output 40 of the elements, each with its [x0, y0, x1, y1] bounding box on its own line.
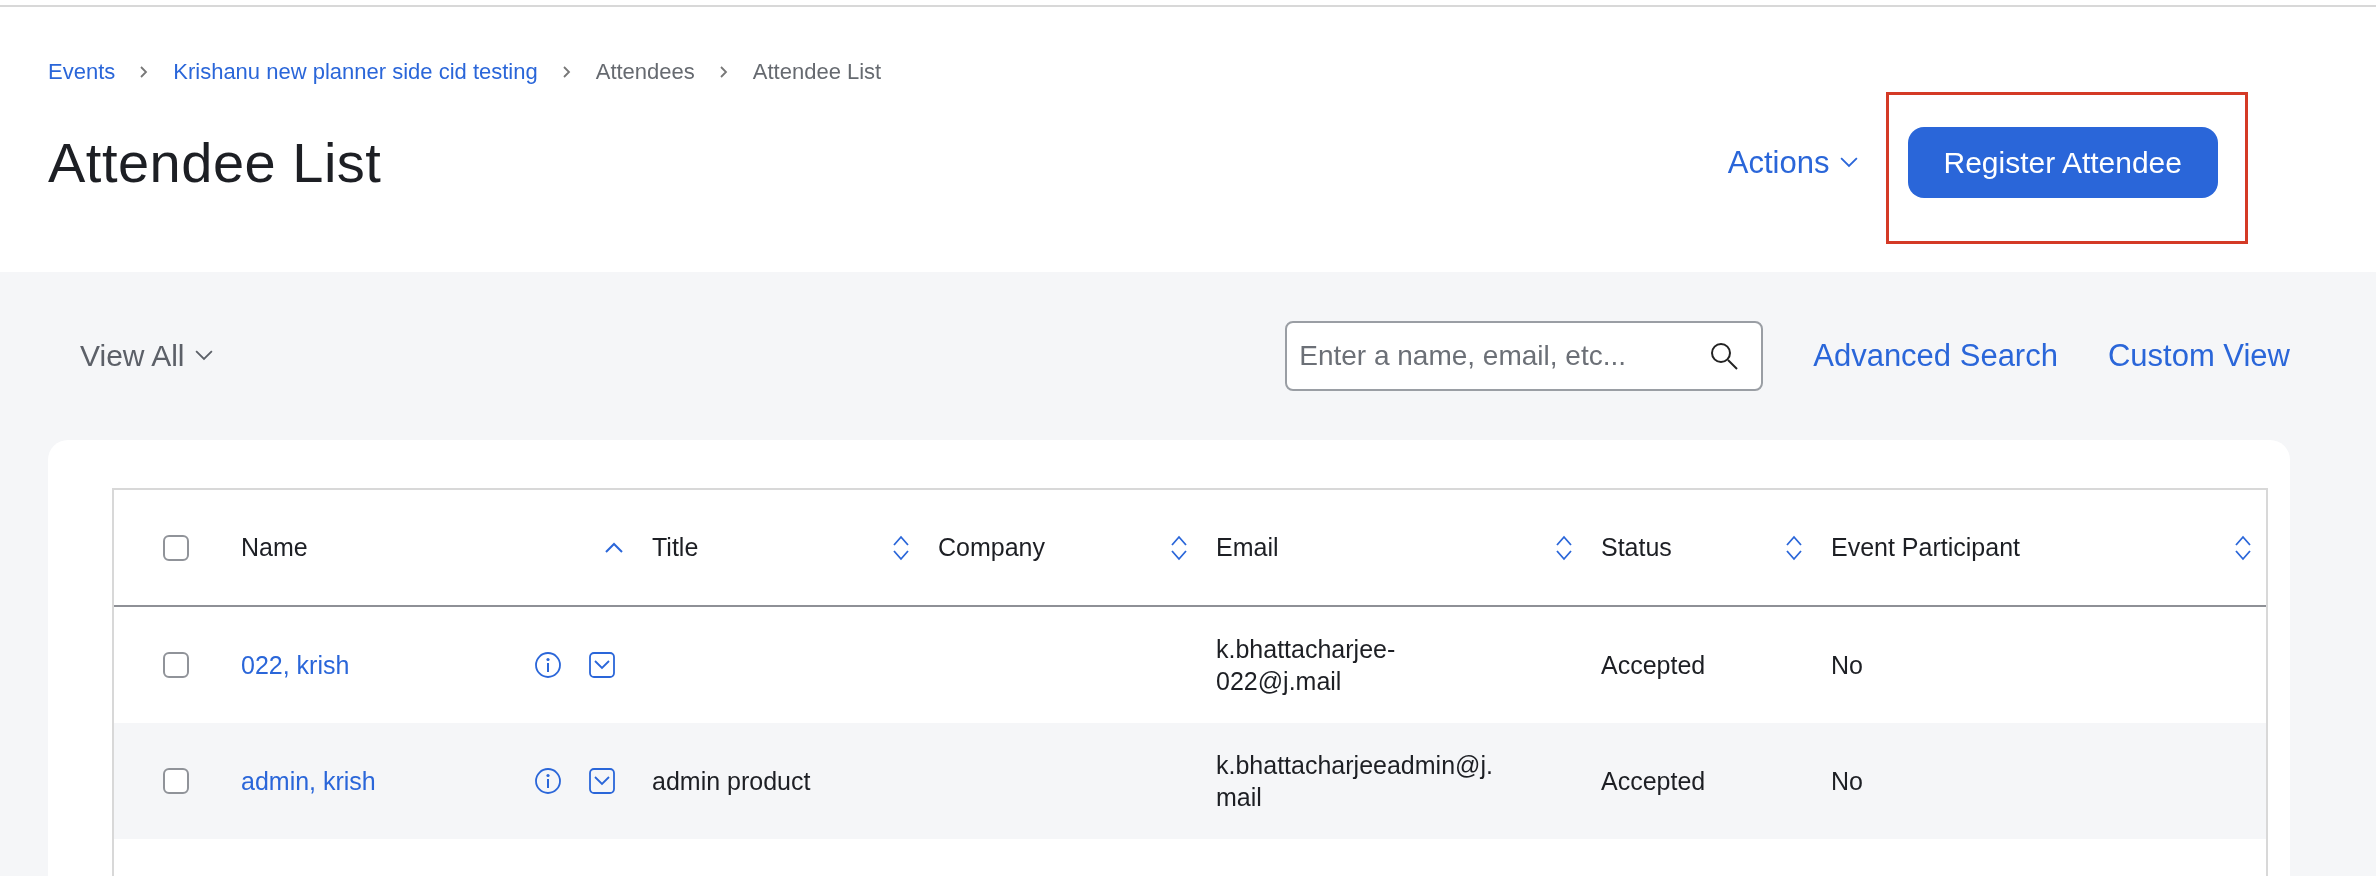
toolbar-link[interactable]: Custom View — [2107, 338, 2290, 374]
breadcrumb-link[interactable]: Krishanu new planner side cid testing — [173, 59, 538, 85]
sort-icon[interactable] — [2234, 533, 2252, 562]
attendee-name-link[interactable]: admin, krish — [241, 766, 498, 796]
toolbar-link[interactable]: Advanced Search — [1813, 338, 2058, 374]
info-icon[interactable] — [534, 767, 562, 795]
sort-icon[interactable] — [1785, 533, 1803, 562]
view-menu[interactable]: View All — [80, 339, 213, 373]
table-cell-text: k.bhattacharjeeadmin@j.mail — [1216, 749, 1494, 813]
table-cell: admin product — [652, 766, 811, 796]
register-attendee-button[interactable]: Register Attendee — [1907, 127, 2218, 198]
column-header: Name — [241, 533, 309, 562]
table-cell: Accepted — [1601, 766, 1706, 796]
row-checkbox[interactable] — [162, 652, 189, 678]
table-cell: No — [1831, 766, 1863, 796]
search-field[interactable]: Enter a name, email, etc... — [1285, 321, 1764, 391]
row-checkbox[interactable] — [162, 768, 189, 794]
table-cell: No — [1831, 650, 1863, 680]
search-icon[interactable] — [1709, 341, 1740, 371]
sort-ascending-icon[interactable] — [604, 541, 624, 554]
chevron-down-icon — [1839, 156, 1858, 169]
column-header: Company — [938, 533, 1046, 562]
table-cell: Accepted — [1601, 650, 1706, 680]
sort-icon[interactable] — [1170, 533, 1188, 562]
page-title: Attendee List — [48, 130, 382, 195]
attendee-name-link[interactable]: 022, krish — [241, 650, 498, 680]
actions-menu[interactable]: Actions — [1727, 144, 1858, 181]
breadcrumb-text: Attendees — [595, 59, 695, 85]
chevron-down-icon — [194, 350, 213, 362]
column-header: Status — [1601, 533, 1673, 562]
column-header: Email — [1216, 533, 1280, 562]
sort-icon[interactable] — [1555, 533, 1573, 562]
table-cell-text: k.bhattacharjee-022@j.mail — [1216, 633, 1397, 697]
sort-icon[interactable] — [892, 533, 910, 562]
column-header: Event Participant — [1831, 533, 2021, 562]
column-header: Title — [652, 533, 700, 562]
select-all-checkbox[interactable] — [162, 534, 189, 561]
info-icon[interactable] — [534, 651, 562, 679]
breadcrumb-text: Attendee List — [752, 59, 882, 85]
breadcrumb-link[interactable]: Events — [48, 59, 116, 85]
